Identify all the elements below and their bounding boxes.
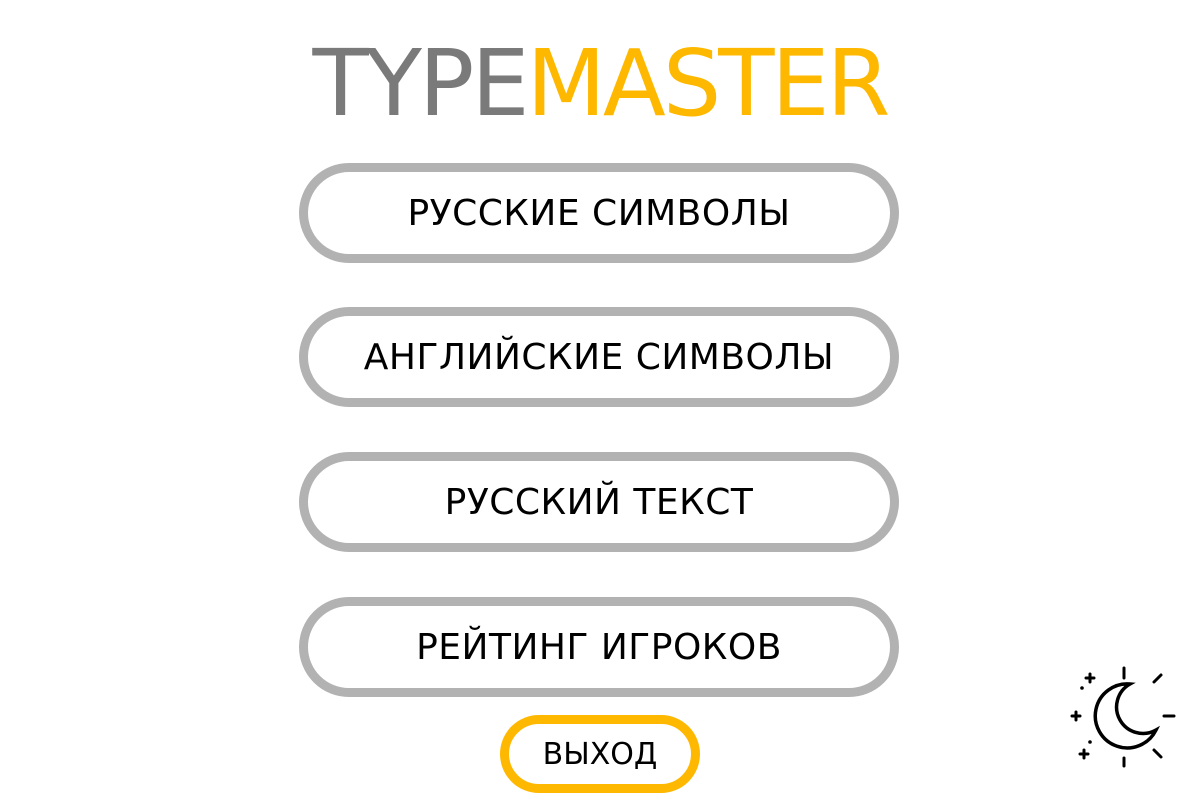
exit-button[interactable]: ВЫХОД — [500, 715, 700, 793]
russian-text-label: РУССКИЙ ТЕКСТ — [444, 481, 754, 523]
player-rating-label: РЕЙТИНГ ИГРОКОВ — [416, 626, 782, 668]
player-rating-button[interactable]: РЕЙТИНГ ИГРОКОВ — [299, 597, 899, 697]
russian-symbols-label: РУССКИЕ СИМВОЛЫ — [407, 192, 791, 234]
russian-text-button[interactable]: РУССКИЙ ТЕКСТ — [299, 452, 899, 552]
english-symbols-label: АНГЛИЙСКИЕ СИМВОЛЫ — [363, 336, 835, 378]
logo-master-part: MASTER — [526, 30, 891, 137]
sun-moon-icon — [1070, 666, 1176, 768]
app-logo: TYPEMASTER — [0, 38, 1200, 130]
exit-label: ВЫХОД — [542, 736, 658, 772]
main-menu-screen: TYPEMASTER РУССКИЕ СИМВОЛЫ АНГЛИЙСКИЕ СИ… — [0, 0, 1200, 800]
theme-toggle-button[interactable] — [1068, 660, 1180, 772]
russian-symbols-button[interactable]: РУССКИЕ СИМВОЛЫ — [299, 163, 899, 263]
english-symbols-button[interactable]: АНГЛИЙСКИЕ СИМВОЛЫ — [299, 307, 899, 407]
logo-type-part: TYPE — [312, 30, 530, 137]
